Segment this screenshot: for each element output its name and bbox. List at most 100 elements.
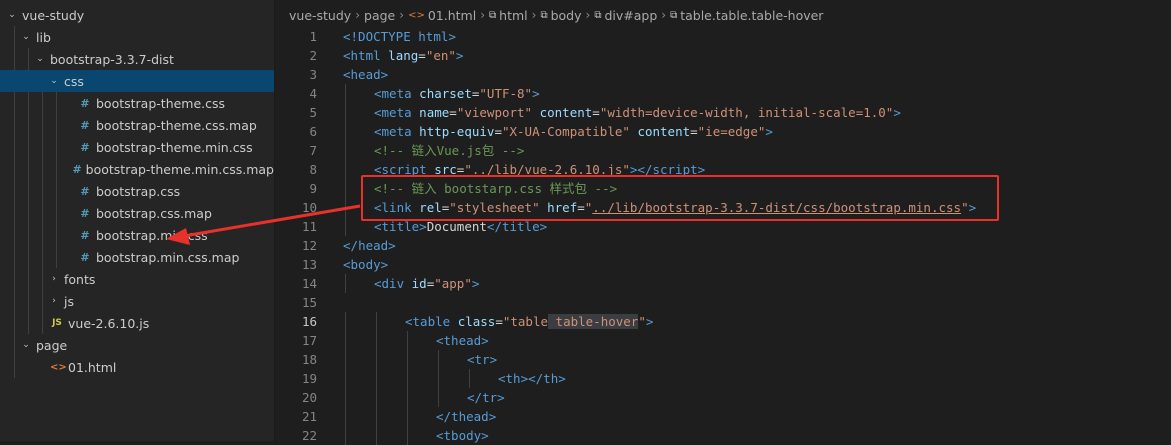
indent-guide — [469, 369, 470, 388]
code-line[interactable]: 2 <html lang="en"> — [275, 46, 1171, 65]
chevron-right-icon: › — [585, 8, 591, 22]
code-token: > — [380, 67, 389, 82]
code-line[interactable]: 17 <thead> — [275, 331, 1171, 350]
code-token: = — [690, 124, 698, 139]
code-token: thead — [451, 409, 489, 424]
line-number: 3 — [309, 67, 317, 82]
code-line[interactable]: 20 </tr> — [275, 388, 1171, 407]
tree-folder[interactable]: › js — [0, 290, 274, 312]
code-token: < — [405, 314, 413, 329]
code-token: body — [350, 257, 381, 272]
code-token: tr — [474, 352, 490, 367]
indent-guide — [376, 350, 377, 369]
tree-folder[interactable]: ⌄ vue-study — [0, 4, 274, 26]
tree-folder[interactable]: › fonts — [0, 268, 274, 290]
tree-file[interactable]: <> 01.html — [0, 356, 274, 378]
code-line[interactable]: 22 <tbody> — [275, 426, 1171, 445]
code-text: <!DOCTYPE html> — [343, 27, 456, 46]
breadcrumb-item[interactable]: body — [551, 8, 582, 23]
tree-item-label: bootstrap.css — [96, 183, 181, 199]
code-token: < — [374, 219, 382, 234]
line-number: 10 — [301, 200, 317, 215]
tree-folder[interactable]: ⌄ page — [0, 334, 274, 356]
tree-file[interactable]: # bootstrap.css.map — [0, 202, 274, 224]
annotation-highlight-box — [361, 175, 999, 221]
code-token: div — [381, 276, 412, 291]
code-token: th — [543, 371, 559, 386]
indent-guide — [407, 350, 408, 369]
code-line[interactable]: 12 </head> — [275, 236, 1171, 255]
code-line[interactable]: 1 <!DOCTYPE html> — [275, 27, 1171, 46]
code-token: "table — [502, 314, 549, 329]
code-token: > — [765, 124, 773, 139]
code-line[interactable]: 5 <meta name="viewport" content="width=de… — [275, 103, 1171, 122]
breadcrumb-item[interactable]: html — [499, 8, 527, 23]
code-line[interactable]: 4 <meta charset="UTF-8"> — [275, 84, 1171, 103]
tree-file[interactable]: # bootstrap-theme.min.css — [0, 136, 274, 158]
breadcrumb-item[interactable]: table.table.table-hover — [680, 8, 823, 23]
code-token: content — [637, 124, 691, 139]
code-text: </head> — [343, 236, 396, 255]
code-token: http-equiv — [419, 124, 495, 139]
tree-file[interactable]: # bootstrap.css — [0, 180, 274, 202]
chevron-down-icon: ⌄ — [22, 340, 30, 350]
code-token: = — [418, 48, 426, 63]
breadcrumb-item[interactable]: page — [364, 8, 395, 23]
code-token: > — [532, 86, 540, 101]
code-line[interactable]: 15 — [275, 293, 1171, 312]
indent-guide — [345, 274, 346, 293]
tree-file[interactable]: # bootstrap.min.css — [0, 224, 274, 246]
code-line[interactable]: 14 <div id="app"> — [275, 274, 1171, 293]
tree-folder[interactable]: ⌄ css — [0, 70, 274, 92]
breadcrumb-item[interactable]: 01.html — [428, 8, 476, 23]
tree-item-label: bootstrap.min.css.map — [96, 249, 240, 265]
indent-guide — [376, 331, 377, 350]
code-token: "ie=edge" — [697, 124, 766, 139]
element-cube-icon: ⧉ — [489, 9, 497, 21]
line-number: 18 — [301, 352, 317, 367]
indent-guide — [345, 426, 346, 445]
code-token: head — [350, 67, 381, 82]
line-number: 6 — [309, 124, 317, 139]
breadcrumb-item[interactable]: div#app — [604, 8, 657, 23]
code-token: head — [358, 238, 389, 253]
breadcrumb-item[interactable]: vue-study — [289, 8, 351, 23]
code-line[interactable]: 19 <th></th> — [275, 369, 1171, 388]
tree-item-label: bootstrap-3.3.7-dist — [50, 51, 174, 67]
chevron-right-icon: › — [52, 296, 56, 306]
code-line[interactable]: 18 <tr> — [275, 350, 1171, 369]
code-token: > — [558, 371, 566, 386]
tree-file[interactable]: # bootstrap-theme.css.map — [0, 114, 274, 136]
tree-folder[interactable]: ⌄ lib — [0, 26, 274, 48]
code-text: <meta name="viewport" content="width=dev… — [374, 103, 901, 122]
code-line[interactable]: 13 <body> — [275, 255, 1171, 274]
code-token: > — [539, 219, 548, 234]
tree-file[interactable]: # bootstrap-theme.min.css.map — [0, 158, 274, 180]
indent-guide — [345, 312, 346, 331]
tree-file[interactable]: JS vue-2.6.10.js — [0, 312, 274, 334]
code-token: < — [374, 86, 382, 101]
css-file-icon: # — [80, 206, 90, 220]
code-line[interactable]: 21 </thead> — [275, 407, 1171, 426]
tree-item-label: css — [64, 73, 84, 89]
code-token: < — [343, 257, 351, 272]
code-token: table-hover — [548, 314, 639, 329]
line-number: 21 — [301, 409, 317, 424]
code-line[interactable]: 6 <meta http-equiv="X-UA-Compatible" cont… — [275, 122, 1171, 141]
tree-file[interactable]: # bootstrap-theme.css — [0, 92, 274, 114]
code-token: table — [412, 314, 458, 329]
code-line[interactable]: 7 <!-- 链入Vue.js包 --> — [275, 141, 1171, 160]
indent-guide — [376, 312, 377, 331]
chevron-right-icon: › — [399, 8, 405, 22]
code-line[interactable]: 16 <table class="table table-hover"> — [275, 312, 1171, 331]
tree-folder[interactable]: ⌄ bootstrap-3.3.7-dist — [0, 48, 274, 70]
tree-file[interactable]: # bootstrap.min.css.map — [0, 246, 274, 268]
code-token: ></ — [520, 371, 544, 386]
tree-item-label: 01.html — [68, 359, 117, 375]
code-token: charset — [419, 86, 472, 101]
tree-item-label: vue-2.6.10.js — [68, 315, 150, 331]
code-token: name — [419, 105, 450, 120]
indent-guide — [376, 407, 377, 426]
line-number: 4 — [309, 86, 317, 101]
code-line[interactable]: 3 <head> — [275, 65, 1171, 84]
